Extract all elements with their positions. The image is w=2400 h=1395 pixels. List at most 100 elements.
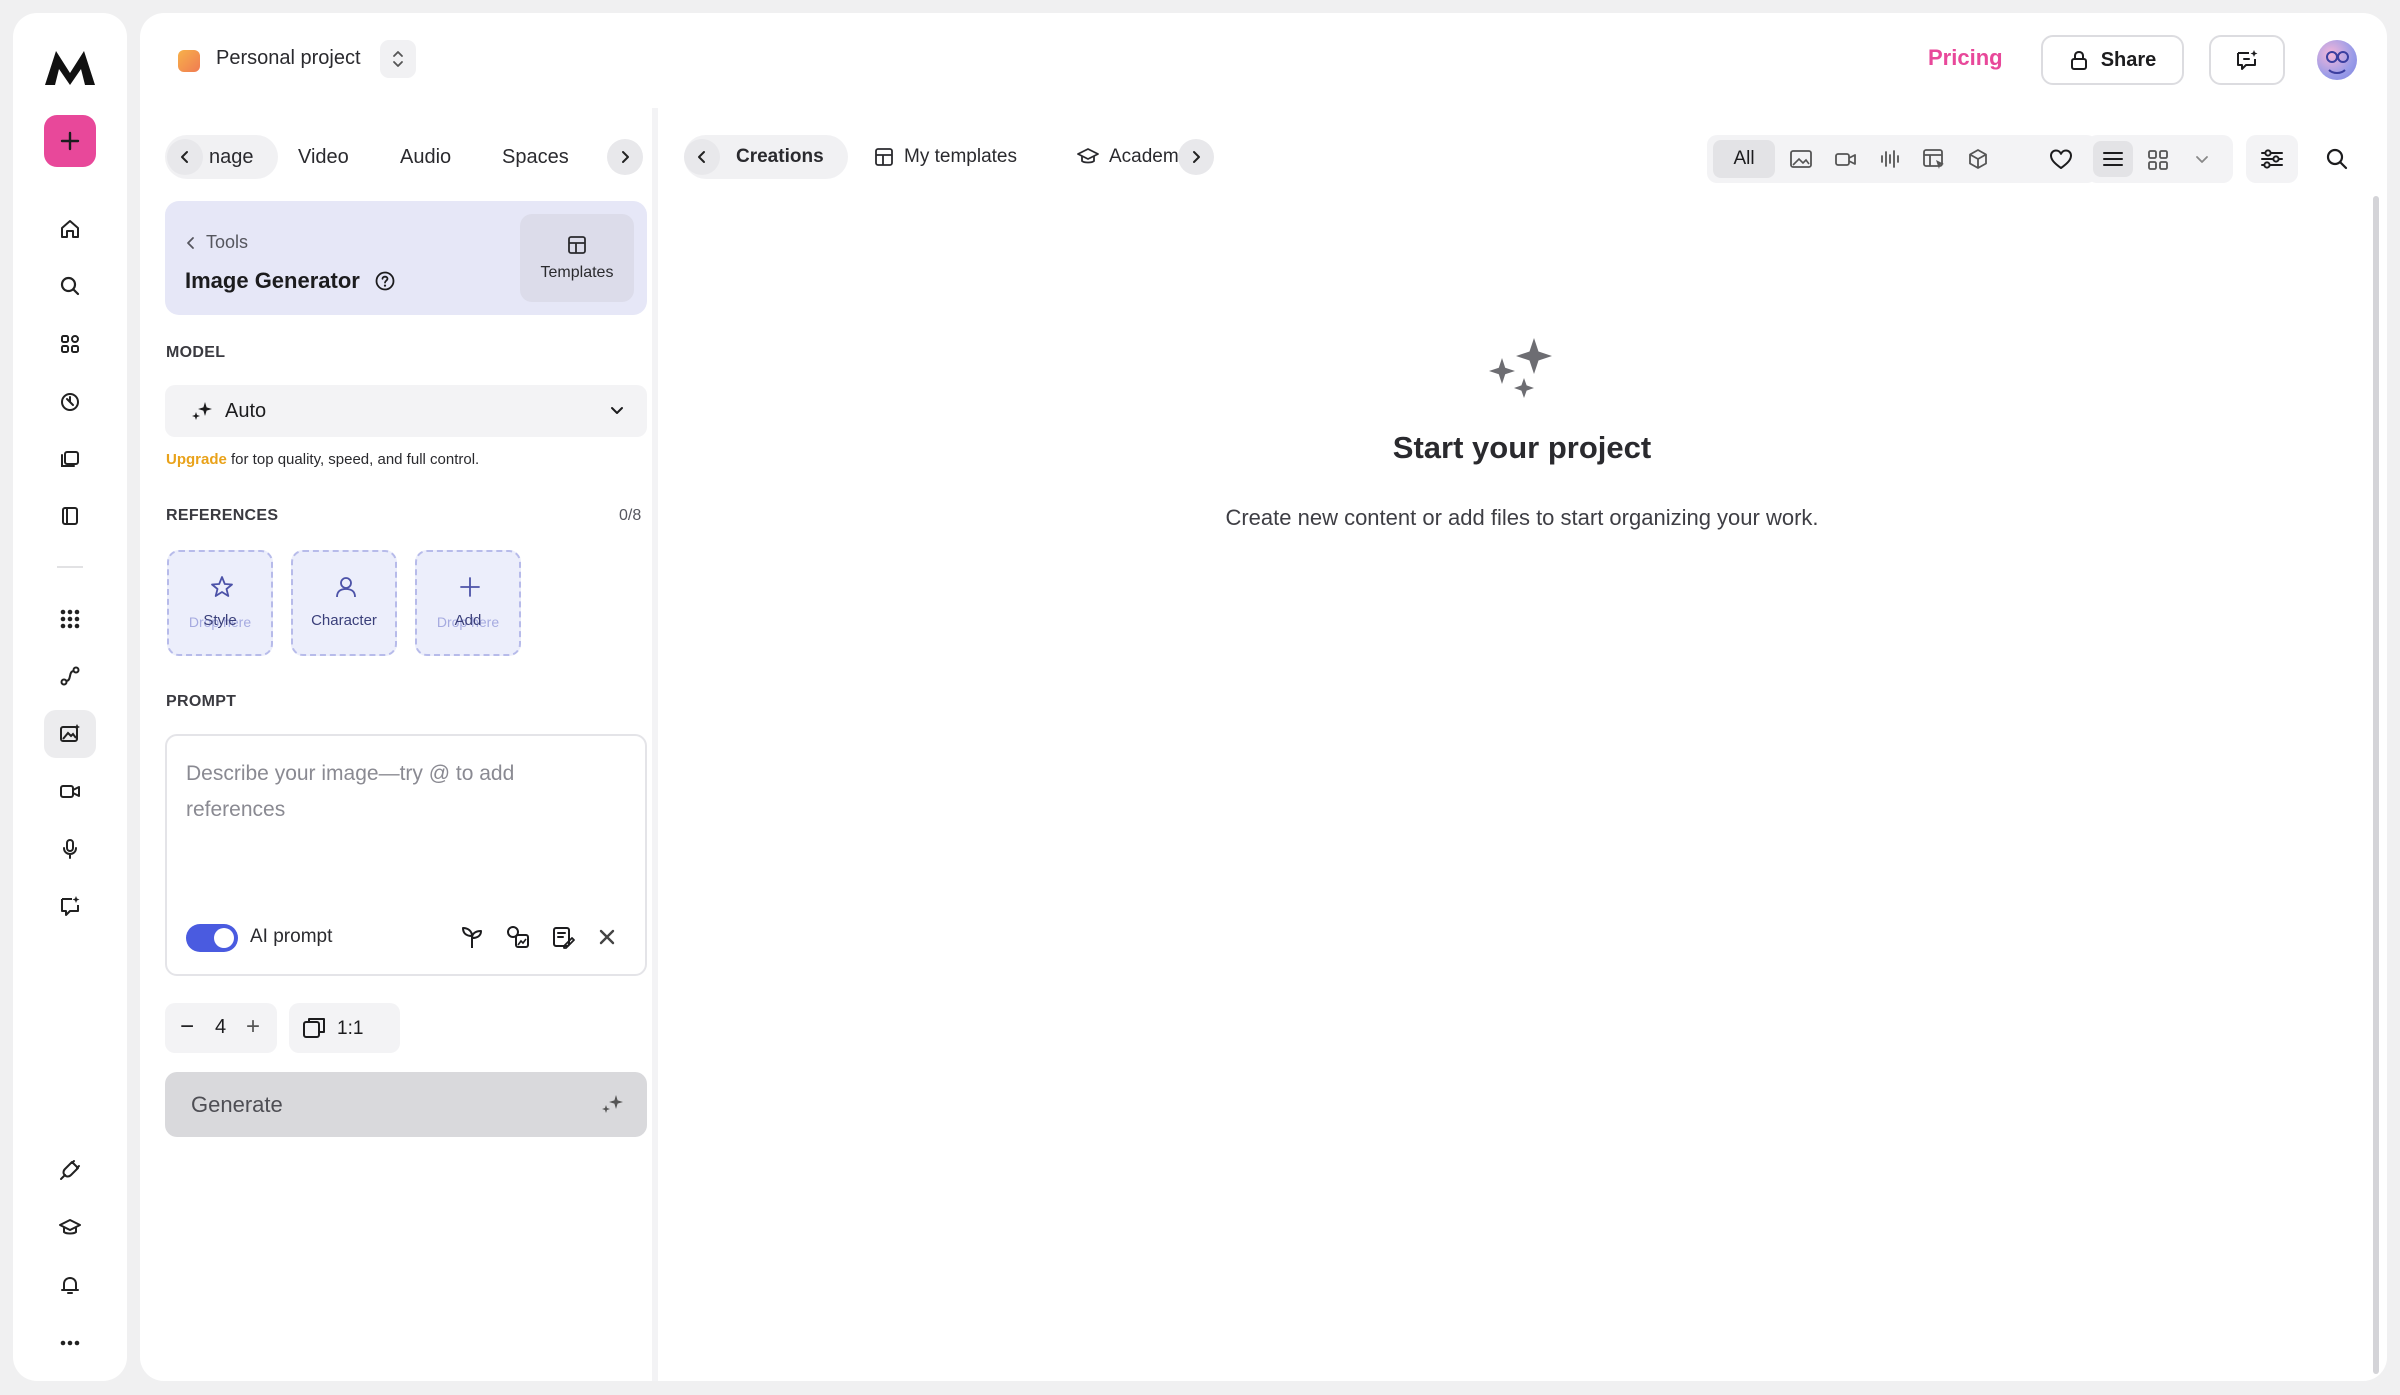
clear-prompt-icon[interactable] xyxy=(592,922,622,952)
project-name[interactable]: Personal project xyxy=(216,47,361,70)
grid-icon xyxy=(2148,150,2168,170)
model-select[interactable]: Auto xyxy=(165,385,647,437)
tabs-prev-button[interactable] xyxy=(167,139,203,175)
tab-academy-label: Academ xyxy=(1109,146,1179,167)
book-icon[interactable] xyxy=(44,492,96,540)
list-view-button[interactable] xyxy=(2093,141,2133,177)
tool-title-text: Image Generator xyxy=(185,268,360,293)
plus-icon xyxy=(460,577,480,597)
help-icon[interactable] xyxy=(374,270,396,292)
templates-label: Templates xyxy=(540,264,614,281)
prompt-section-label: PROMPT xyxy=(166,693,237,710)
reference-add-slot[interactable]: Drop here Add xyxy=(415,550,521,656)
category-tabs: nage Video Audio Spaces xyxy=(165,135,647,179)
image-count-stepper[interactable]: − 4 + xyxy=(165,1003,277,1053)
template-icon xyxy=(875,148,893,166)
tab-audio[interactable]: Audio xyxy=(400,135,451,179)
tab-video[interactable]: Video xyxy=(298,135,349,179)
tab-creations-label: Creations xyxy=(736,146,824,167)
filter-settings-button[interactable] xyxy=(2246,135,2298,183)
filter-audio-icon[interactable] xyxy=(1876,145,1904,173)
more-icon[interactable] xyxy=(44,1319,96,1367)
content-panel xyxy=(658,108,2387,1381)
list-icon xyxy=(2103,152,2123,166)
tabs-next-button[interactable] xyxy=(607,139,643,175)
plugin-icon[interactable] xyxy=(44,1146,96,1194)
filter-image-icon[interactable] xyxy=(1787,145,1815,173)
grid-view-button[interactable] xyxy=(2144,146,2172,174)
tools-back-label: Tools xyxy=(206,232,249,252)
empty-state-title: Start your project xyxy=(1392,430,1652,465)
home-icon[interactable] xyxy=(44,205,96,253)
image-to-prompt-icon[interactable] xyxy=(503,922,533,952)
tab-creations[interactable]: Creations xyxy=(736,135,824,179)
pricing-link[interactable]: Pricing xyxy=(1928,45,2003,71)
sparkle-icon xyxy=(602,1095,623,1113)
share-button[interactable]: Share xyxy=(2041,35,2184,85)
workflow-icon[interactable] xyxy=(44,652,96,700)
filter-3d-icon[interactable] xyxy=(1964,145,1992,173)
apps-grid-icon[interactable] xyxy=(44,320,96,368)
increment-icon[interactable]: + xyxy=(246,1013,260,1041)
filter-design-icon[interactable] xyxy=(1920,145,1948,173)
rail-divider xyxy=(57,566,83,568)
search-icon[interactable] xyxy=(44,262,96,310)
generate-button[interactable]: Generate xyxy=(165,1072,647,1137)
tab-my-templates-label: My templates xyxy=(904,146,1017,167)
content-scrollbar[interactable] xyxy=(2373,196,2379,1374)
chevron-left-icon xyxy=(187,236,194,249)
chevron-left-icon xyxy=(181,151,188,163)
empty-state-subtitle: Create new content or add files to start… xyxy=(1225,505,1819,530)
filter-video-icon[interactable] xyxy=(1832,145,1860,173)
microphone-icon[interactable] xyxy=(44,825,96,873)
content-search-button[interactable] xyxy=(2312,135,2362,183)
share-label: Share xyxy=(2100,48,2157,71)
chat-spark-icon xyxy=(2237,50,2258,70)
academy-icon[interactable] xyxy=(44,1204,96,1252)
project-switcher-button[interactable] xyxy=(380,40,416,78)
chat-spark-icon[interactable] xyxy=(44,882,96,930)
upgrade-note: Upgrade for top quality, speed, and full… xyxy=(166,451,479,468)
tab-spaces[interactable]: Spaces xyxy=(502,135,569,179)
reference-style-label: Style xyxy=(203,612,237,629)
views-prev-button[interactable] xyxy=(684,139,720,175)
templates-button[interactable]: Templates xyxy=(520,214,634,302)
references-section-label: REFERENCES xyxy=(166,507,279,524)
filter-all-button[interactable]: All xyxy=(1713,140,1775,178)
enhance-prompt-icon[interactable] xyxy=(457,922,487,952)
layout-dropdown-button[interactable] xyxy=(2192,150,2212,170)
bell-icon[interactable] xyxy=(44,1261,96,1309)
upgrade-link[interactable]: Upgrade xyxy=(166,451,227,468)
icon-rail xyxy=(13,13,127,1381)
chevron-down-icon xyxy=(2196,156,2208,163)
reference-character-label: Character xyxy=(311,612,377,629)
all-tools-icon[interactable] xyxy=(44,595,96,643)
model-section-label: MODEL xyxy=(166,344,226,361)
video-generator-icon[interactable] xyxy=(44,767,96,815)
heart-icon xyxy=(2050,149,2072,169)
avatar[interactable] xyxy=(2317,40,2357,80)
project-color-icon xyxy=(178,50,200,72)
chevron-up-down-icon xyxy=(393,51,403,67)
tab-my-templates[interactable]: My templates xyxy=(874,135,1017,179)
feedback-button[interactable] xyxy=(2209,35,2285,85)
decrement-icon[interactable]: − xyxy=(180,1013,194,1041)
prompt-templates-icon[interactable] xyxy=(548,922,578,952)
academy-icon xyxy=(1077,148,1099,164)
views-next-button[interactable] xyxy=(1178,139,1214,175)
reference-style-slot[interactable]: Drop here Style xyxy=(167,550,273,656)
sparkles-icon xyxy=(1486,336,1558,408)
tab-academy[interactable]: Academ xyxy=(1077,135,1179,179)
image-generator-icon[interactable] xyxy=(44,710,96,758)
tool-title: Image Generator xyxy=(185,268,396,294)
ai-prompt-toggle[interactable] xyxy=(186,924,238,952)
library-icon[interactable] xyxy=(44,435,96,483)
history-icon[interactable] xyxy=(44,378,96,426)
aspect-ratio-select[interactable]: 1:1 xyxy=(289,1003,400,1053)
new-button[interactable] xyxy=(44,115,96,167)
logo-icon[interactable] xyxy=(41,43,99,93)
reference-add-label: Add xyxy=(454,612,482,629)
tools-back-link[interactable]: Tools xyxy=(186,232,248,253)
sliders-icon xyxy=(2261,149,2283,169)
reference-character-slot[interactable]: Character xyxy=(291,550,397,656)
